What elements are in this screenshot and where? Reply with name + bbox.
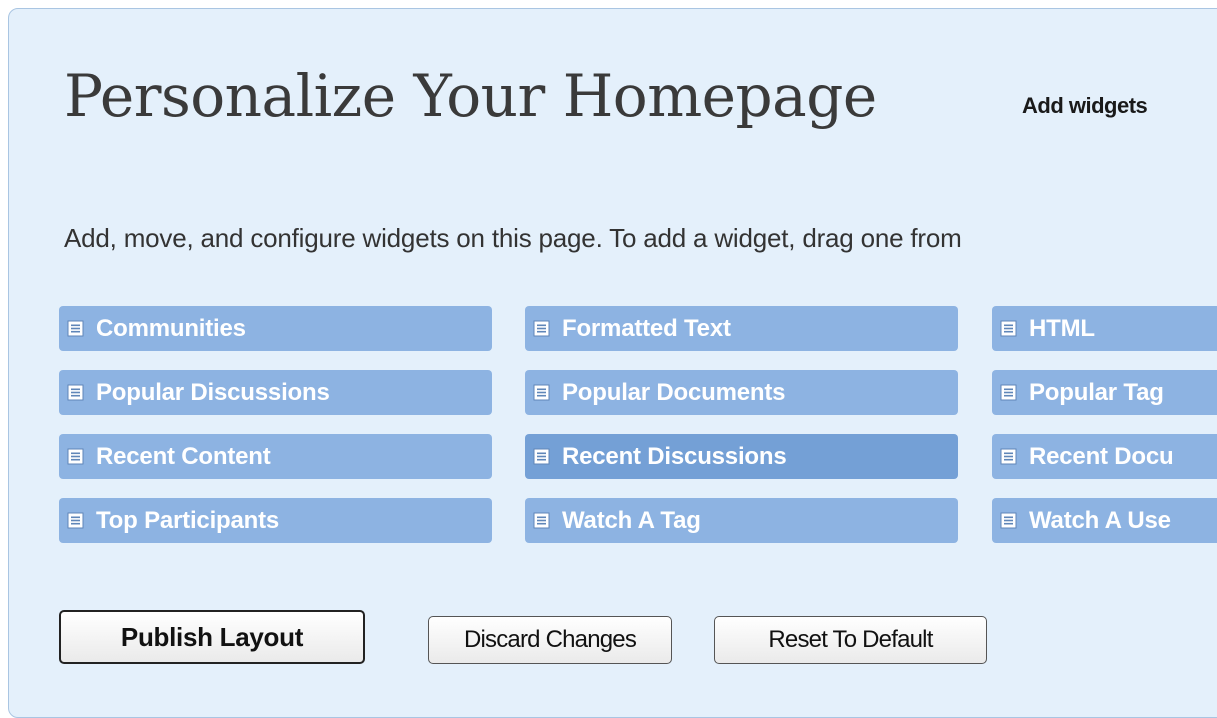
discard-changes-button[interactable]: Discard Changes xyxy=(428,616,672,664)
widget-icon xyxy=(67,320,84,337)
widget-icon xyxy=(1000,384,1017,401)
widget-recent-discussions[interactable]: Recent Discussions xyxy=(525,434,958,479)
widget-label: Top Participants xyxy=(96,506,280,534)
widget-recent-content[interactable]: Recent Content xyxy=(59,434,492,479)
widget-icon xyxy=(533,320,550,337)
widget-label: Recent Content xyxy=(96,442,271,470)
widget-icon xyxy=(1000,512,1017,529)
widget-icon xyxy=(67,448,84,465)
widget-popular-tags[interactable]: Popular Tag xyxy=(992,370,1217,415)
widget-label: Communities xyxy=(96,314,246,342)
widget-watch-a-tag[interactable]: Watch A Tag xyxy=(525,498,958,543)
widget-label: Watch A Tag xyxy=(562,506,701,534)
widget-label: Popular Documents xyxy=(562,378,786,406)
widget-html[interactable]: HTML xyxy=(992,306,1217,351)
page-title: Personalize Your Homepage xyxy=(64,62,877,130)
personalize-panel: Personalize Your Homepage Add widgets Ad… xyxy=(8,8,1217,718)
widget-recent-documents[interactable]: Recent Docu xyxy=(992,434,1217,479)
widget-label: Popular Discussions xyxy=(96,378,330,406)
add-widgets-link[interactable]: Add widgets xyxy=(1022,93,1148,119)
widget-communities[interactable]: Communities xyxy=(59,306,492,351)
widget-label: Recent Discussions xyxy=(562,442,787,470)
reset-to-default-button[interactable]: Reset To Default xyxy=(714,616,987,664)
publish-layout-button[interactable]: Publish Layout xyxy=(59,610,365,664)
widget-watch-a-user[interactable]: Watch A Use xyxy=(992,498,1217,543)
widget-label: Watch A Use xyxy=(1029,506,1171,534)
widget-icon xyxy=(1000,448,1017,465)
widget-label: Popular Tag xyxy=(1029,378,1164,406)
widget-label: HTML xyxy=(1029,314,1095,342)
widget-top-participants[interactable]: Top Participants xyxy=(59,498,492,543)
widget-icon xyxy=(1000,320,1017,337)
widget-icon xyxy=(533,384,550,401)
widget-label: Formatted Text xyxy=(562,314,731,342)
widget-popular-discussions[interactable]: Popular Discussions xyxy=(59,370,492,415)
widget-icon xyxy=(67,384,84,401)
widget-icon xyxy=(67,512,84,529)
widget-icon xyxy=(533,448,550,465)
instructions-text: Add, move, and configure widgets on this… xyxy=(64,223,962,253)
widget-popular-documents[interactable]: Popular Documents xyxy=(525,370,958,415)
widget-formatted-text[interactable]: Formatted Text xyxy=(525,306,958,351)
widget-icon xyxy=(533,512,550,529)
widget-label: Recent Docu xyxy=(1029,442,1174,470)
